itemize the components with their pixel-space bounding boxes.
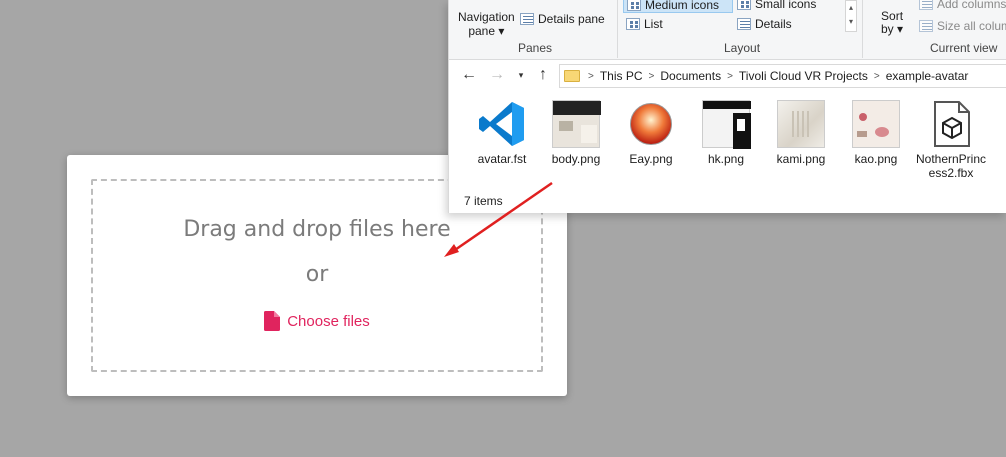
red-arrow-annotation — [444, 181, 553, 257]
